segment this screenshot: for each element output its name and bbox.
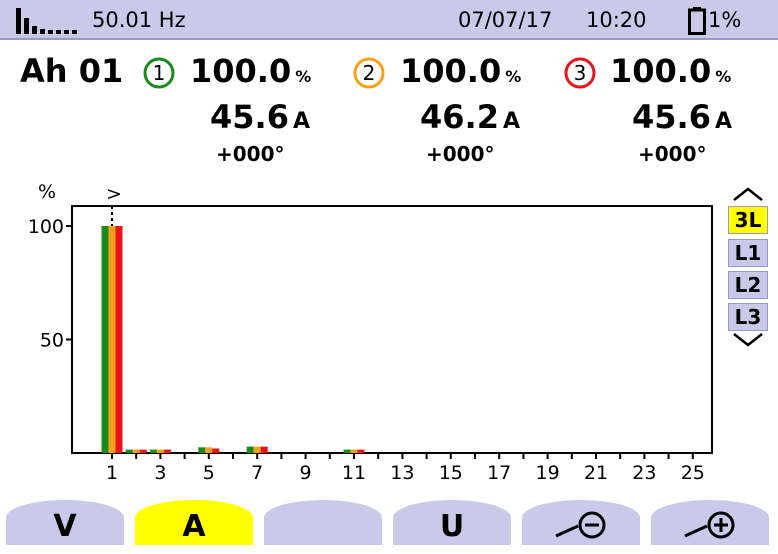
bar-h11-s2 xyxy=(350,449,358,453)
softkey-voltage[interactable]: V xyxy=(6,500,124,545)
phase-1-current: 45.6 A xyxy=(210,98,310,136)
zoom-in-icon xyxy=(684,511,735,539)
x-tick-label: 13 xyxy=(390,462,414,484)
svg-text:2: 2 xyxy=(363,61,376,85)
x-tick-label: 23 xyxy=(632,462,656,484)
svg-text:1: 1 xyxy=(153,61,166,85)
phase-1-badge-icon: 1 xyxy=(143,57,175,89)
mode-label: Ah 01 xyxy=(20,52,124,90)
x-tick-label: 15 xyxy=(439,462,463,484)
x-tick-label: 17 xyxy=(487,462,511,484)
sidebar-item-l1[interactable]: L1 xyxy=(728,239,768,267)
waveform-bars-icon xyxy=(16,8,77,34)
bar-h1-s1 xyxy=(101,226,109,453)
x-tick-label: 1 xyxy=(106,462,118,484)
y-tick-label: 50 xyxy=(40,330,64,352)
x-tick-label: 11 xyxy=(342,462,366,484)
phase-2-angle: +000° xyxy=(426,142,495,166)
plot-frame xyxy=(71,205,713,454)
softkey-line-voltage[interactable]: U xyxy=(393,500,511,545)
phase-2-badge-icon: 2 xyxy=(353,57,385,89)
bar-h7-s2 xyxy=(253,446,261,453)
bar-h3-s2 xyxy=(156,449,164,453)
y-axis-label: % xyxy=(38,181,56,203)
sidebar-item-l3[interactable]: L3 xyxy=(728,303,768,331)
status-bar: 50.01 Hz 07/07/17 10:20 1% xyxy=(0,0,778,40)
x-tick-label: 25 xyxy=(681,462,705,484)
battery-percent: 1% xyxy=(708,8,742,32)
softkey-zoom-out[interactable] xyxy=(522,500,640,545)
softkey-current[interactable]: A xyxy=(135,500,253,545)
y-tick-label: 100 xyxy=(28,216,64,238)
phase-3-angle: +000° xyxy=(638,142,707,166)
phase-3-percent: 100.0% xyxy=(610,52,732,90)
bar-h3-s3 xyxy=(163,449,171,453)
bar-h2-s1 xyxy=(125,449,133,453)
x-tick-label: 21 xyxy=(584,462,608,484)
bar-h3-s1 xyxy=(149,449,157,453)
x-tick-label: 3 xyxy=(154,462,166,484)
x-tick-label: 9 xyxy=(300,462,312,484)
bar-h1-s2 xyxy=(108,226,116,453)
scroll-down-arrow-icon[interactable] xyxy=(730,332,766,348)
phase-1-percent: 100.0% xyxy=(190,52,312,90)
softkey-zoom-in[interactable] xyxy=(651,500,769,545)
harmonics-bar-chart: % >501001 3 5 7 9 11 13 15 17 19 21 23 25 xyxy=(28,181,713,484)
sidebar-item-3l[interactable]: 3L xyxy=(728,206,768,234)
time-readout: 10:20 xyxy=(586,8,647,32)
zoom-out-icon xyxy=(555,511,606,539)
phase-3-badge-icon: 3 xyxy=(564,57,596,89)
phase-2-current: 46.2 A xyxy=(420,98,520,136)
bar-h2-s2 xyxy=(132,449,140,453)
date-readout: 07/07/17 xyxy=(458,8,553,32)
bar-h1-s3 xyxy=(115,226,123,453)
bar-h5-s1 xyxy=(198,447,206,453)
bar-h11-s1 xyxy=(343,449,351,453)
x-tick-label: 19 xyxy=(536,462,560,484)
x-tick-label: 7 xyxy=(251,462,263,484)
softkey-empty[interactable] xyxy=(264,500,382,545)
bar-h5-s3 xyxy=(212,448,220,453)
sidebar-item-l2[interactable]: L2 xyxy=(728,271,768,299)
battery-icon xyxy=(688,7,706,35)
bar-h11-s3 xyxy=(357,449,365,453)
bar-h5-s2 xyxy=(205,447,213,453)
frequency-readout: 50.01 Hz xyxy=(92,8,186,32)
bar-h7-s1 xyxy=(246,446,254,453)
phase-1-angle: +000° xyxy=(216,142,285,166)
scroll-up-arrow-icon[interactable] xyxy=(730,186,766,202)
x-tick-label: 5 xyxy=(203,462,215,484)
phase-2-percent: 100.0% xyxy=(400,52,522,90)
cursor-marker: > xyxy=(106,183,122,205)
bar-h7-s3 xyxy=(260,446,268,453)
bar-h2-s3 xyxy=(139,449,147,453)
svg-text:3: 3 xyxy=(574,61,587,85)
phase-3-current: 45.6 A xyxy=(632,98,732,136)
